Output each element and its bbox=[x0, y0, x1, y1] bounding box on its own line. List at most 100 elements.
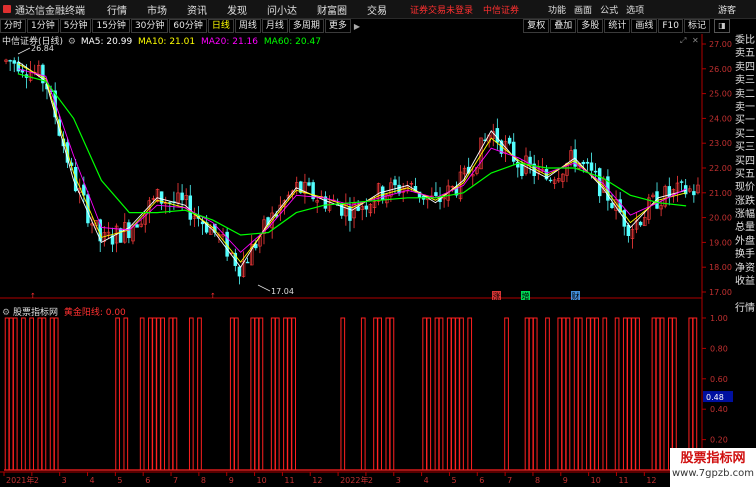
date-tick-label: 3 bbox=[396, 476, 401, 485]
signal-bar bbox=[524, 317, 530, 471]
signal-bar bbox=[270, 317, 276, 471]
signal-bar bbox=[340, 317, 346, 471]
signal-bar bbox=[168, 317, 174, 471]
ma60-line bbox=[17, 73, 687, 236]
event-flag: ↑ bbox=[30, 292, 36, 300]
date-tick-label: 7 bbox=[173, 476, 178, 485]
price-tick-label: 25.00 bbox=[709, 90, 732, 99]
signal-bar bbox=[115, 317, 120, 471]
signal-bar bbox=[4, 317, 10, 471]
signal-bar bbox=[614, 317, 620, 471]
indicator-tick-label: 0.40 bbox=[710, 405, 728, 414]
date-tick-label: 2 bbox=[34, 476, 39, 485]
side-item[interactable]: 换手 bbox=[734, 248, 756, 261]
candle-body bbox=[593, 170, 598, 173]
signal-bar bbox=[565, 317, 571, 471]
side-item[interactable]: 买二 bbox=[734, 128, 756, 141]
date-tick-label: 11 bbox=[284, 476, 294, 485]
price-markers: 26.84 17.04 ↑ ↑ 涨 增 财 bbox=[17, 44, 580, 301]
side-item[interactable]: 卖三 bbox=[734, 74, 756, 87]
chart-grid bbox=[0, 34, 703, 473]
signal-bar bbox=[160, 317, 165, 471]
candle-body bbox=[520, 163, 524, 176]
signal-bar bbox=[156, 317, 161, 471]
side-item[interactable]: 买五 bbox=[734, 168, 756, 181]
signal-bar bbox=[586, 317, 591, 471]
event-marker-label: 增 bbox=[522, 291, 530, 301]
signal-bar bbox=[532, 317, 538, 471]
date-tick-label: 7 bbox=[507, 476, 512, 485]
signal-bar bbox=[631, 317, 636, 471]
side-item[interactable]: 卖一 bbox=[734, 101, 756, 114]
signal-bar bbox=[12, 317, 18, 471]
signal-bar bbox=[188, 317, 194, 471]
signal-bar bbox=[41, 317, 47, 471]
date-tick-label: 5 bbox=[117, 476, 122, 485]
date-tick-label: 8 bbox=[535, 476, 540, 485]
side-item[interactable]: 净资 bbox=[734, 262, 756, 275]
candle-body bbox=[16, 61, 21, 72]
event-marker-label: 涨 bbox=[493, 291, 501, 301]
candle-body bbox=[307, 182, 311, 186]
candle-body bbox=[610, 203, 614, 208]
side-item[interactable]: 卖二 bbox=[734, 88, 756, 101]
date-tick-label: 8 bbox=[201, 476, 206, 485]
indicator-tick-label: 0.20 bbox=[710, 436, 728, 445]
side-item[interactable]: 买一 bbox=[734, 114, 756, 127]
signal-bar bbox=[659, 317, 665, 471]
side-item[interactable]: 卖五 bbox=[734, 47, 756, 60]
signal-bar bbox=[229, 317, 235, 471]
signal-bar bbox=[459, 317, 464, 471]
signal-bar bbox=[545, 317, 550, 471]
candle-body bbox=[188, 195, 193, 220]
price-tick-label: 24.00 bbox=[709, 114, 732, 123]
signal-bar bbox=[655, 317, 661, 471]
price-tick-label: 26.00 bbox=[709, 65, 732, 74]
side-item[interactable]: 总量 bbox=[734, 221, 756, 234]
signal-bar bbox=[594, 317, 599, 471]
date-tick-label: 12 bbox=[312, 476, 322, 485]
side-item[interactable]: 买三 bbox=[734, 141, 756, 154]
candle-body bbox=[393, 179, 397, 186]
price-tick-label: 21.00 bbox=[709, 189, 732, 198]
signal-bar bbox=[446, 317, 452, 471]
indicator-bars bbox=[4, 317, 700, 471]
date-tick-label: 6 bbox=[145, 476, 150, 485]
side-item[interactable]: 现价 bbox=[734, 181, 756, 194]
date-tick-label: 2021年 bbox=[6, 475, 34, 485]
indicator-tick-label: 0.80 bbox=[710, 344, 728, 353]
side-item[interactable]: 委比 bbox=[734, 34, 756, 47]
signal-bar bbox=[385, 317, 391, 471]
candle-body bbox=[135, 224, 139, 228]
signal-bar bbox=[504, 317, 509, 471]
date-tick-label: 2022年 bbox=[340, 475, 368, 485]
signal-bar bbox=[627, 317, 632, 471]
side-item[interactable]: 外盘 bbox=[734, 235, 756, 248]
side-item[interactable]: 涨幅 bbox=[734, 208, 756, 221]
side-item[interactable] bbox=[734, 288, 756, 301]
signal-bar bbox=[590, 317, 595, 471]
side-item[interactable]: 卖四 bbox=[734, 61, 756, 74]
chart-canvas[interactable]: 26.84 17.04 ↑ ↑ 涨 增 财 27.00 26.00 25.00 24.00 23.0… bbox=[0, 0, 756, 487]
signal-bar bbox=[233, 317, 239, 471]
signal-bar bbox=[8, 317, 14, 471]
candle-body bbox=[180, 192, 184, 201]
candlesticks bbox=[4, 56, 700, 285]
signal-bar bbox=[49, 317, 55, 471]
side-item[interactable]: 收益 bbox=[734, 275, 756, 288]
side-item[interactable]: 涨跌 bbox=[734, 195, 756, 208]
watermark-title: 股票指标网 bbox=[680, 451, 746, 466]
signal-bar bbox=[360, 317, 366, 471]
side-item[interactable]: 买四 bbox=[734, 155, 756, 168]
current-value-label: 0.48 bbox=[706, 393, 724, 402]
price-tick-label: 19.00 bbox=[709, 238, 732, 247]
date-tick-label: 4 bbox=[90, 476, 95, 485]
signal-bar bbox=[434, 317, 440, 471]
signal-bar bbox=[528, 317, 534, 471]
candle-body bbox=[12, 60, 16, 64]
signal-bar bbox=[21, 317, 26, 471]
date-tick-label: 5 bbox=[451, 476, 456, 485]
candle-body bbox=[507, 137, 512, 144]
side-item[interactable]: 行情 bbox=[734, 302, 756, 315]
low-marker-label: 17.04 bbox=[271, 287, 294, 296]
